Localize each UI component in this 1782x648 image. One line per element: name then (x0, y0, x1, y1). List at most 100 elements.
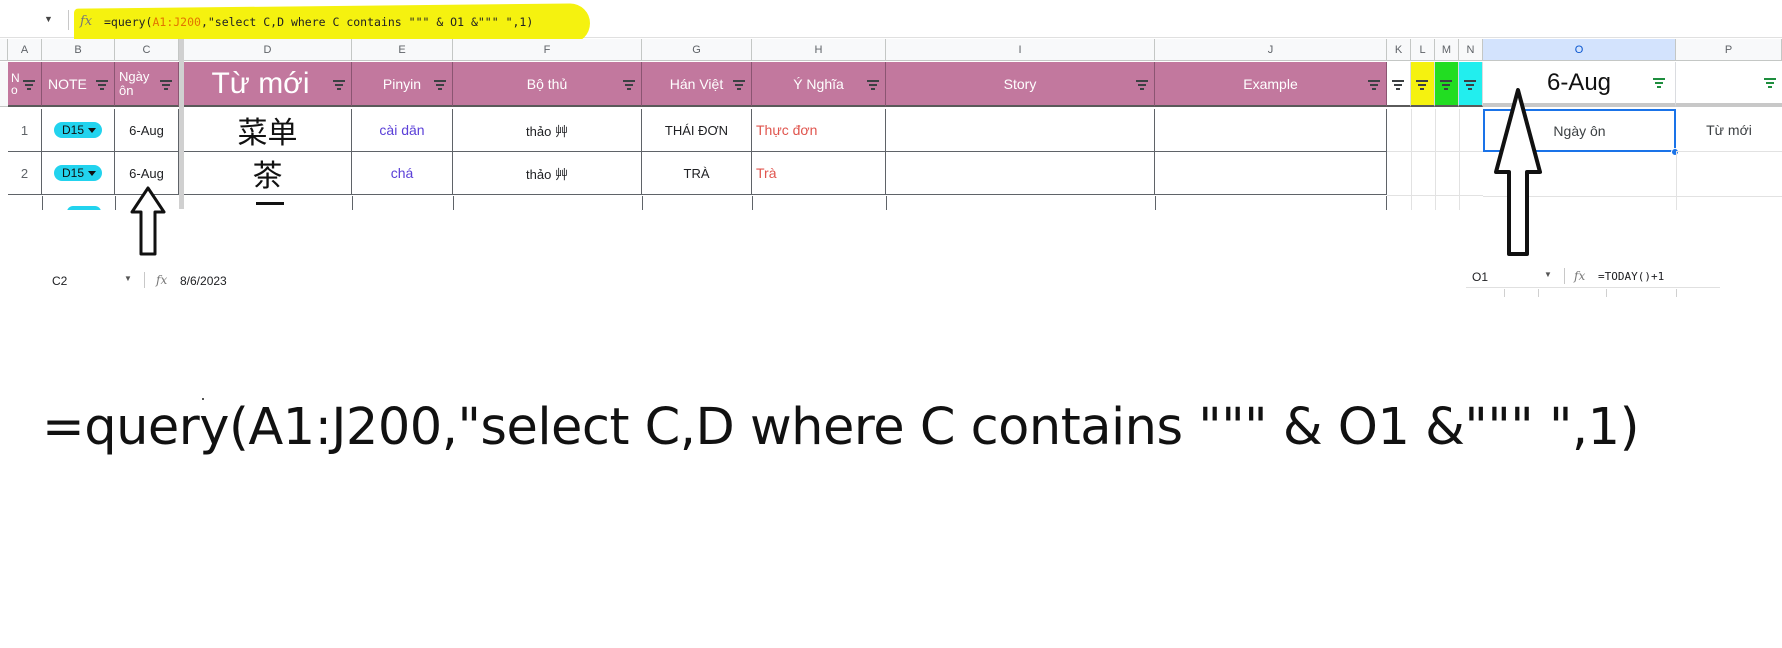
note-chip[interactable]: D15 (53, 122, 102, 138)
header-m[interactable] (1435, 62, 1459, 107)
han-viet-cell[interactable]: TRÀ (642, 152, 752, 195)
header-example-label: Example (1243, 75, 1298, 92)
pinyin-value: cài dān (379, 122, 425, 138)
radical-cell[interactable]: thảo 艸 (453, 109, 642, 152)
filter-icon[interactable] (1440, 80, 1452, 90)
header-n[interactable] (1459, 62, 1483, 107)
col-header-c[interactable]: C (115, 39, 179, 61)
dropdown-arrow-icon[interactable] (88, 127, 96, 133)
header-example[interactable]: Example (1155, 62, 1387, 107)
col-header-a[interactable]: A (8, 39, 42, 61)
row-gutter (0, 62, 8, 107)
col-header-m[interactable]: M (1435, 39, 1459, 61)
header-story[interactable]: Story (886, 62, 1155, 107)
fx-icon: fx (1574, 269, 1586, 283)
header-k[interactable] (1387, 62, 1411, 107)
radical-value: thảo 艸 (526, 166, 568, 182)
today-date-value: 6-Aug (1546, 68, 1612, 96)
formula-prefix: =query( (104, 15, 153, 29)
word-value: 菜单 (237, 116, 298, 151)
empty-cells-k-n[interactable] (1387, 109, 1483, 210)
date-value: 6-Aug (129, 122, 164, 138)
word-cell[interactable]: 菜单 (184, 109, 352, 152)
word-cell[interactable]: 茶 (184, 152, 352, 195)
gridline (886, 196, 887, 210)
header-no[interactable]: N o (8, 62, 42, 107)
header-meaning[interactable]: Ý Nghĩa (752, 62, 886, 107)
filter-icon[interactable] (1416, 80, 1428, 90)
note-cell[interactable]: D15 (42, 109, 115, 152)
header-han-viet[interactable]: Hán Việt (642, 62, 752, 107)
filter-icon[interactable] (434, 80, 446, 90)
word-value: 茶 (252, 159, 283, 194)
date-cell[interactable]: 6-Aug (115, 109, 179, 152)
formula-bar-c2: C2 ▼ fx 8/6/2023 (40, 268, 270, 292)
filter-icon[interactable] (733, 80, 745, 90)
corner-select-all[interactable] (0, 39, 8, 61)
gridline (42, 196, 43, 210)
filter-icon[interactable] (1368, 80, 1380, 90)
namebox-dropdown-icon[interactable]: ▼ (1544, 270, 1552, 279)
filter-icon[interactable] (867, 80, 879, 90)
pinyin-cell[interactable]: chá (352, 152, 453, 195)
col-header-p[interactable]: P (1676, 39, 1782, 61)
pinyin-cell[interactable]: cài dān (352, 109, 453, 152)
filter-icon[interactable] (23, 80, 35, 90)
header-l[interactable] (1411, 62, 1435, 107)
example-cell[interactable] (1155, 152, 1387, 195)
meaning-cell[interactable]: Thực đơn (752, 109, 886, 152)
filter-icon[interactable] (1392, 80, 1404, 90)
header-story-label: Story (1003, 75, 1037, 92)
formula-value-c2[interactable]: 8/6/2023 (180, 274, 227, 288)
col-header-g[interactable]: G (642, 39, 752, 61)
radical-cell[interactable]: thảo 艸 (453, 152, 642, 195)
formula-value-o1[interactable]: =TODAY()+1 (1598, 270, 1664, 283)
col-header-e[interactable]: E (352, 39, 453, 61)
header-date[interactable]: Ngày ôn (115, 62, 179, 107)
col-header-o[interactable]: O (1483, 39, 1676, 61)
note-chip-label: D15 (61, 123, 84, 137)
filter-icon[interactable] (1464, 80, 1476, 90)
col-header-b[interactable]: B (42, 39, 115, 61)
filter-icon-green[interactable] (1653, 78, 1665, 88)
note-cell[interactable]: D15 (42, 152, 115, 195)
filter-icon[interactable] (160, 80, 172, 90)
filter-icon[interactable] (333, 80, 345, 90)
col-header-h[interactable]: H (752, 39, 886, 61)
header-note[interactable]: NOTE (42, 62, 115, 107)
filter-icon[interactable] (96, 80, 108, 90)
header-radical[interactable]: Bộ thủ (453, 62, 642, 107)
example-cell[interactable] (1155, 109, 1387, 152)
query-col-tu-moi: Từ mới (1706, 122, 1752, 138)
story-cell[interactable] (886, 109, 1155, 152)
filter-icon[interactable] (623, 80, 635, 90)
dropdown-arrow-icon[interactable] (88, 170, 96, 176)
filter-icon[interactable] (1136, 80, 1148, 90)
han-viet-value: THÁI ĐƠN (664, 122, 729, 138)
query-result-p2[interactable]: Từ mới (1676, 109, 1782, 152)
story-cell[interactable] (886, 152, 1155, 195)
formula-input[interactable]: =query(A1:J200,"select C,D where C conta… (104, 15, 533, 29)
cell-p1[interactable] (1676, 62, 1782, 107)
col-header-n[interactable]: N (1459, 39, 1483, 61)
meaning-cell[interactable]: Trà (752, 152, 886, 195)
header-word[interactable]: Từ mới (184, 62, 352, 107)
col-header-j[interactable]: J (1155, 39, 1387, 61)
col-header-d[interactable]: D (184, 39, 352, 61)
filter-icon-green[interactable] (1764, 78, 1776, 88)
gridline (752, 196, 753, 210)
namebox-dropdown-icon[interactable]: ▼ (44, 14, 54, 24)
han-viet-cell[interactable]: THÁI ĐƠN (642, 109, 752, 152)
namebox-dropdown-icon[interactable]: ▼ (124, 274, 132, 283)
namebox-c2[interactable]: C2 (52, 274, 67, 288)
date-value: 6-Aug (129, 165, 164, 181)
col-header-f[interactable]: F (453, 39, 642, 61)
col-header-l[interactable]: L (1411, 39, 1435, 61)
col-header-k[interactable]: K (1387, 39, 1411, 61)
gridline (1676, 289, 1677, 297)
fx-icon: fx (156, 273, 168, 287)
namebox-o1[interactable]: O1 (1472, 270, 1488, 284)
note-chip[interactable]: D15 (53, 165, 102, 181)
col-header-i[interactable]: I (886, 39, 1155, 61)
header-pinyin[interactable]: Pinyin (352, 62, 453, 107)
